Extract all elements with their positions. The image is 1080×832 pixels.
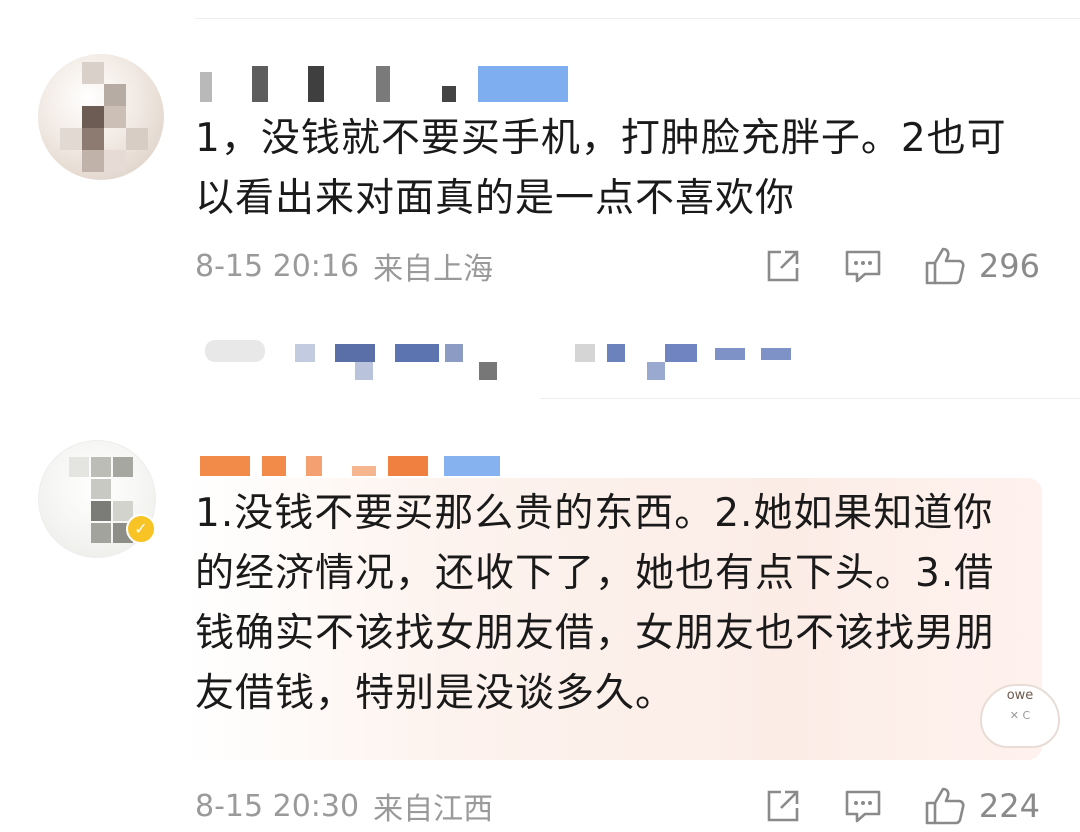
reply-preview-censored[interactable] xyxy=(195,334,815,384)
comment-meta: 8-15 20:16 来自上海 296 xyxy=(195,244,1040,288)
comment-icon xyxy=(845,790,881,823)
reply-button[interactable] xyxy=(843,246,883,286)
like-count: 296 xyxy=(978,247,1040,285)
comment-icon xyxy=(845,250,881,283)
sticker-face: ✕ C xyxy=(1009,709,1031,722)
share-button[interactable] xyxy=(763,246,803,286)
reply-button[interactable] xyxy=(843,786,883,826)
comment-text: 1.没钱不要买那么贵的东西。2.她如果知道你的经济情况，还收下了，她也有点下头。… xyxy=(195,491,996,716)
thumbs-up-icon xyxy=(925,787,965,825)
like-count: 224 xyxy=(978,787,1040,825)
username-censored[interactable] xyxy=(200,454,514,476)
comment-text: 1，没钱就不要买手机，打肿脸充胖子。2也可以看出来对面真的是一点不喜欢你 xyxy=(195,116,1007,221)
location: 来自上海 xyxy=(373,252,494,287)
comment-item: ✓ 1.没钱不要买那么贵的东西。2.她如果知道你的经济情况，还收下了，她也有点下… xyxy=(0,400,1080,832)
location: 来自江西 xyxy=(373,792,494,827)
share-icon xyxy=(767,790,799,822)
comment-item: 1，没钱就不要买手机，打肿脸充胖子。2也可以看出来对面真的是一点不喜欢你 8-1… xyxy=(0,0,1080,400)
like-button[interactable]: 224 xyxy=(923,785,1040,827)
share-button[interactable] xyxy=(763,786,803,826)
thumbs-up-icon xyxy=(925,247,965,285)
sticker-label: owe xyxy=(1006,688,1034,703)
avatar[interactable] xyxy=(38,54,164,180)
username-censored[interactable] xyxy=(200,66,582,102)
action-bar: 296 xyxy=(723,244,1040,288)
like-button[interactable]: 296 xyxy=(923,245,1040,287)
timestamp: 8-15 20:30 xyxy=(195,788,360,824)
verified-badge-icon: ✓ xyxy=(126,514,156,544)
comment-meta: 8-15 20:30 来自江西 224 xyxy=(195,784,1040,828)
divider xyxy=(540,398,1080,399)
sticker: owe ✕ C xyxy=(980,684,1060,748)
share-icon xyxy=(767,250,799,282)
action-bar: 224 xyxy=(723,784,1040,828)
timestamp: 8-15 20:16 xyxy=(195,248,360,284)
